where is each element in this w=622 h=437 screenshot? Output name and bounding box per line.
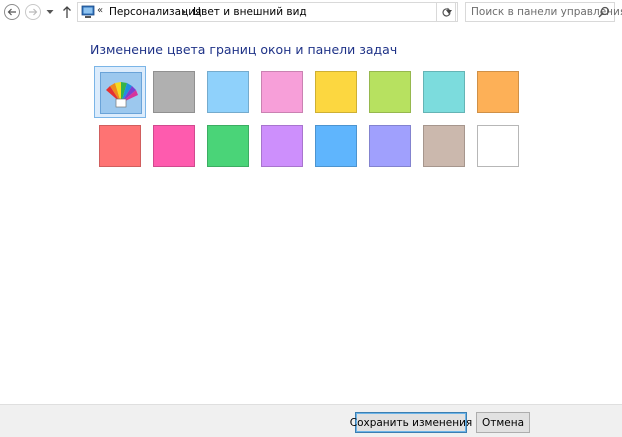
swatch-lime[interactable] bbox=[364, 66, 416, 118]
swatch-fill bbox=[153, 71, 195, 113]
swatch-fill bbox=[261, 125, 303, 167]
swatch-light-blue[interactable] bbox=[202, 66, 254, 118]
recent-locations-chevron-down-icon[interactable] bbox=[46, 9, 54, 15]
address-bar[interactable]: « Персонализация Цвет и внешний вид bbox=[77, 2, 458, 22]
refresh-button[interactable] bbox=[436, 2, 456, 22]
swatch-fill bbox=[477, 125, 519, 167]
breadcrumb-overflow-icon[interactable]: « bbox=[97, 5, 103, 16]
forward-arrow-icon bbox=[29, 8, 38, 16]
search-input[interactable]: Поиск в панели управления bbox=[465, 2, 622, 22]
search-icon[interactable] bbox=[598, 6, 610, 18]
swatch-fill bbox=[315, 125, 357, 167]
swatch-pink[interactable] bbox=[256, 66, 308, 118]
swatch-blue[interactable] bbox=[310, 120, 362, 172]
automatic-color-icon bbox=[100, 72, 142, 114]
swatch-magenta[interactable] bbox=[148, 120, 200, 172]
back-button[interactable] bbox=[4, 4, 20, 20]
page-title: Изменение цвета границ окон и панели зад… bbox=[90, 42, 398, 57]
swatch-fill bbox=[315, 71, 357, 113]
swatch-fill bbox=[369, 125, 411, 167]
swatch-violet[interactable] bbox=[256, 120, 308, 172]
swatch-fill bbox=[153, 125, 195, 167]
swatch-white[interactable] bbox=[472, 120, 524, 172]
swatch-fill bbox=[369, 71, 411, 113]
swatch-red[interactable] bbox=[94, 120, 146, 172]
swatch-fill bbox=[477, 71, 519, 113]
swatch-periwinkle[interactable] bbox=[364, 120, 416, 172]
control-panel-icon bbox=[81, 5, 95, 18]
breadcrumb-separator-icon[interactable] bbox=[182, 9, 186, 15]
footer-bar: Сохранить изменения Отмена bbox=[0, 404, 622, 437]
swatch-fill bbox=[207, 71, 249, 113]
breadcrumb-color-appearance[interactable]: Цвет и внешний вид bbox=[193, 6, 307, 18]
swatch-orange[interactable] bbox=[472, 66, 524, 118]
swatch-green[interactable] bbox=[202, 120, 254, 172]
swatch-fill bbox=[423, 125, 465, 167]
navigation-bar: « Персонализация Цвет и внешний вид Поис… bbox=[0, 0, 622, 25]
up-arrow-icon[interactable] bbox=[62, 5, 72, 19]
swatch-turquoise[interactable] bbox=[418, 66, 470, 118]
back-arrow-icon bbox=[7, 8, 16, 16]
refresh-icon bbox=[441, 7, 451, 16]
swatch-fill bbox=[423, 71, 465, 113]
swatch-fill bbox=[99, 125, 141, 167]
swatch-automatic[interactable] bbox=[94, 66, 146, 118]
swatch-yellow[interactable] bbox=[310, 66, 362, 118]
forward-button[interactable] bbox=[25, 4, 41, 20]
swatch-gray[interactable] bbox=[148, 66, 200, 118]
save-changes-button[interactable]: Сохранить изменения bbox=[350, 412, 472, 433]
breadcrumb-personalization[interactable]: Персонализация bbox=[109, 6, 201, 18]
swatch-taupe[interactable] bbox=[418, 120, 470, 172]
swatch-fill bbox=[207, 125, 249, 167]
swatch-fill bbox=[261, 71, 303, 113]
cancel-button[interactable]: Отмена bbox=[476, 412, 530, 433]
